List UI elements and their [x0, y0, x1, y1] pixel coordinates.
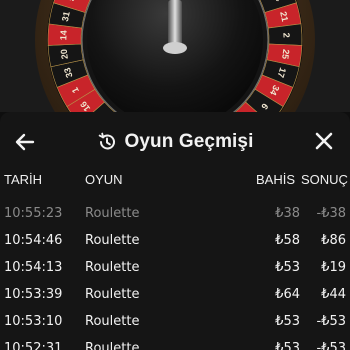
wheel-pocket-number: 31 — [60, 11, 72, 23]
close-icon — [315, 132, 333, 150]
row-time: 10:52:31 — [4, 341, 63, 350]
column-header-date: TARİH — [4, 172, 43, 187]
row-game: Roulette — [85, 287, 140, 302]
table-row[interactable]: 10:52:31 Roulette ₺53 -₺53 — [0, 335, 350, 350]
screen: 3320143192218297281235326032151942122517… — [0, 0, 350, 350]
row-time: 10:55:23 — [4, 206, 63, 221]
row-bet: ₺38 — [275, 206, 300, 221]
table-row[interactable]: 10:54:13 Roulette ₺53 ₺19 — [0, 254, 350, 281]
table-row[interactable]: 10:54:46 Roulette ₺58 ₺86 — [0, 227, 350, 254]
column-header-bet: BAHİS — [256, 172, 296, 187]
wheel-turret — [168, 0, 182, 48]
row-result: ₺19 — [321, 260, 346, 275]
row-game: Roulette — [85, 314, 140, 329]
row-bet: ₺53 — [275, 314, 300, 329]
row-result: -₺38 — [316, 206, 346, 221]
row-result: -₺53 — [316, 314, 346, 329]
table-row[interactable]: 10:55:23 Roulette ₺38 -₺38 — [0, 200, 350, 227]
row-result: -₺53 — [316, 341, 346, 350]
history-table-header: TARİH OYUN BAHİS SONUÇ — [0, 170, 350, 200]
wheel-pocket-number: 25 — [280, 49, 291, 60]
history-icon — [98, 132, 115, 150]
column-header-result: SONUÇ — [301, 172, 348, 187]
row-bet: ₺53 — [275, 260, 300, 275]
column-header-game: OYUN — [85, 172, 123, 187]
row-time: 10:54:46 — [4, 233, 63, 248]
sheet-header: Oyun Geçmişi — [0, 112, 350, 170]
wheel-pocket-number: 20 — [59, 49, 70, 60]
row-time: 10:53:10 — [4, 314, 63, 329]
page-title: Oyun Geçmişi — [124, 131, 254, 152]
sheet-title: Oyun Geçmişi — [0, 129, 350, 155]
wheel-pocket-number: 21 — [278, 11, 290, 23]
row-bet: ₺64 — [275, 287, 300, 302]
row-bet: ₺58 — [275, 233, 300, 248]
history-table-body: 10:55:23 Roulette ₺38 -₺38 10:54:46 Roul… — [0, 200, 350, 350]
game-history-sheet: Oyun Geçmişi TARİH OYUN BAHİS SONUÇ 10:5… — [0, 112, 350, 350]
table-row[interactable]: 10:53:10 Roulette ₺53 -₺53 — [0, 308, 350, 335]
close-button[interactable] — [312, 129, 336, 153]
row-game: Roulette — [85, 260, 140, 275]
wheel-pocket-number: 2 — [281, 33, 291, 38]
row-time: 10:53:39 — [4, 287, 63, 302]
row-result: ₺44 — [321, 287, 346, 302]
row-game: Roulette — [85, 233, 140, 248]
roulette-wheel: 3320143192218297281235326032151942122517… — [0, 0, 350, 112]
row-bet: ₺53 — [275, 341, 300, 350]
row-time: 10:54:13 — [4, 260, 63, 275]
wheel-pocket-number: 14 — [58, 30, 68, 40]
table-row[interactable]: 10:53:39 Roulette ₺64 ₺44 — [0, 281, 350, 308]
row-game: Roulette — [85, 341, 140, 350]
row-result: ₺86 — [321, 233, 346, 248]
roulette-wheel-view: 3320143192218297281235326032151942122517… — [0, 0, 350, 112]
row-game: Roulette — [85, 206, 140, 221]
